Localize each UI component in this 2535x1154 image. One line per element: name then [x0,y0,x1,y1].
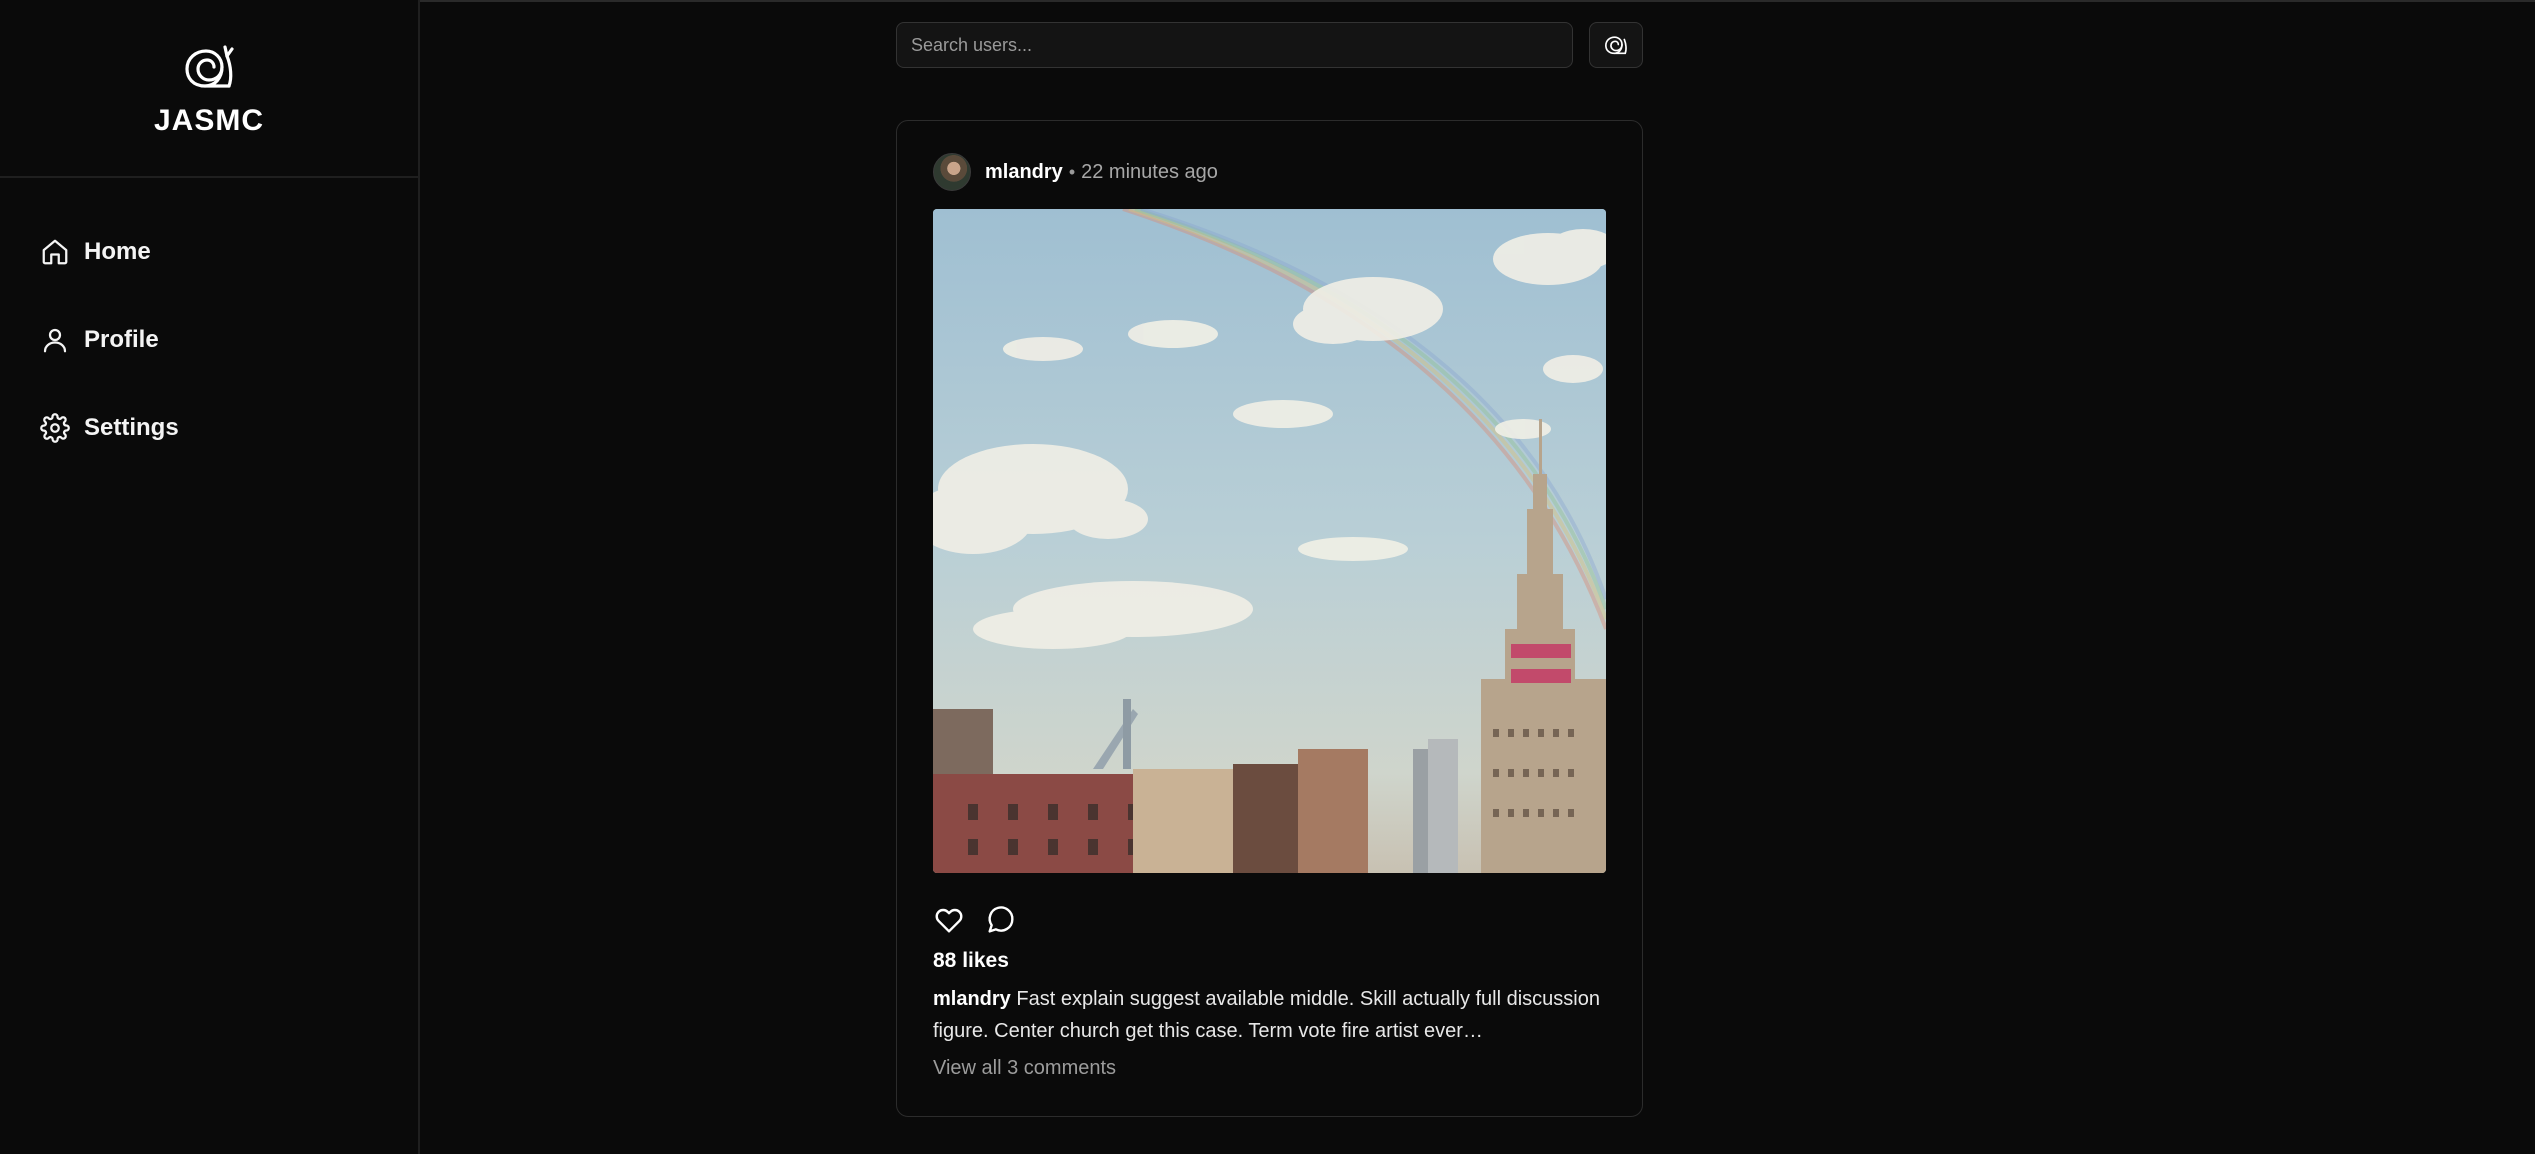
post-card: mlandry • 22 minutes ago 88 likes mlandr… [896,120,1643,1117]
post-actions [933,904,1037,936]
post-caption: mlandry Fast explain suggest available m… [933,983,1606,1047]
avatar[interactable] [933,153,971,191]
search-button[interactable] [1589,22,1643,68]
post-username[interactable]: mlandry [985,161,1063,184]
gear-icon [40,413,70,443]
caption-text: Fast explain suggest available middle. S… [933,988,1600,1042]
likes-count[interactable]: 88 likes [933,949,1009,973]
sidebar-item-label: Settings [84,414,179,441]
heart-icon[interactable] [933,904,965,936]
caption-username[interactable]: mlandry [933,988,1011,1010]
brand[interactable]: JASMC [0,0,418,178]
snail-icon [1605,36,1627,55]
sidebar-nav: Home Profile Settings [0,178,418,472]
sidebar: JASMC Home Profile Settings [0,0,420,1154]
sidebar-item-label: Profile [84,326,159,353]
sidebar-item-profile[interactable]: Profile [0,296,418,384]
search-bar [896,22,1643,68]
sidebar-item-label: Home [84,238,151,265]
separator-dot: • [1068,161,1076,182]
user-icon [43,328,67,353]
post-image[interactable] [933,209,1606,873]
brand-name: JASMC [153,104,264,137]
sidebar-item-home[interactable]: Home [0,208,418,296]
sidebar-item-settings[interactable]: Settings [0,384,418,472]
home-icon [42,239,68,265]
comment-icon[interactable] [985,904,1017,936]
snail-icon [185,45,234,88]
view-comments-link[interactable]: View all 3 comments [933,1057,1116,1080]
post-header: mlandry • 22 minutes ago [933,153,1218,191]
post-timestamp: 22 minutes ago [1081,160,1218,183]
search-input[interactable] [896,22,1573,68]
